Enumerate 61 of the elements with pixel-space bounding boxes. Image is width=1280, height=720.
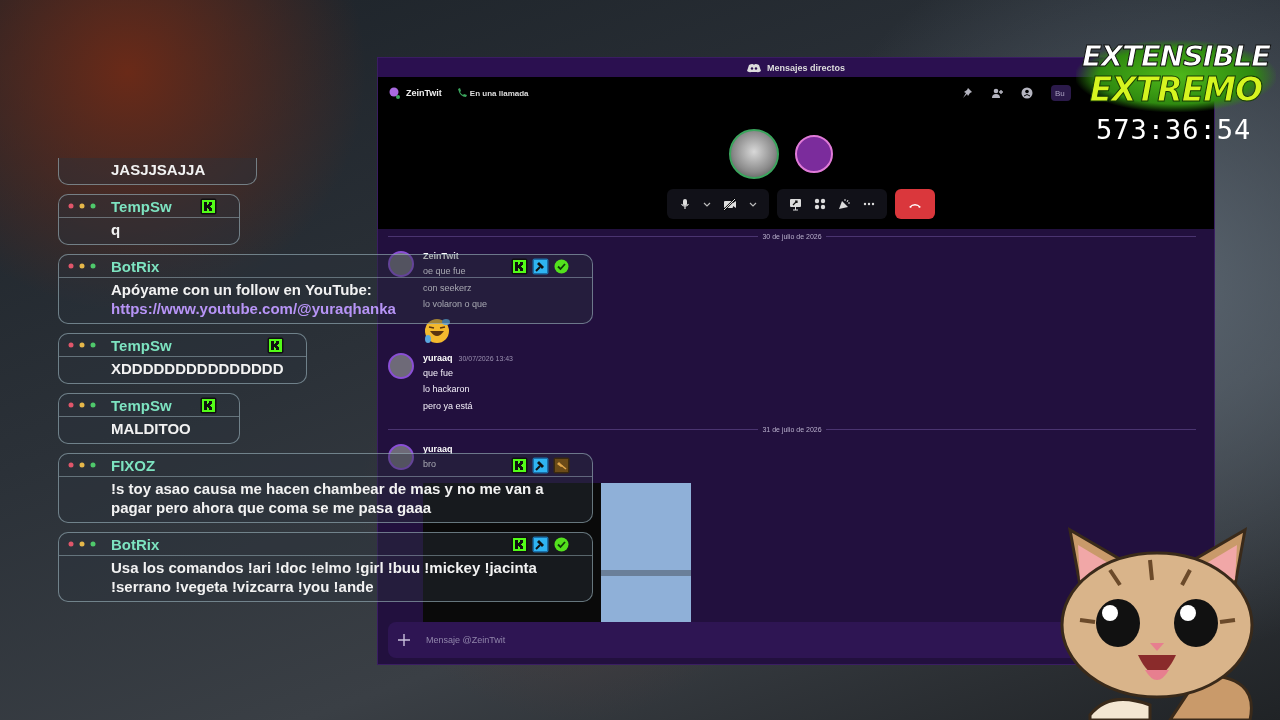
window-dots-icon [67, 540, 97, 548]
message-author: yuraaq [423, 352, 453, 363]
call-status: En una llamada [469, 88, 529, 98]
chat-message-text: XDDDDDDDDDDDDDDD [111, 359, 284, 378]
message-text: bro [423, 458, 436, 471]
avatar-placeholder [388, 444, 414, 470]
chat-message-text: Usa los comandos !ari !doc !elmo !girl !buu !mickey !jacinta !serrano !vegeta !vizcarra !you !ande [111, 558, 538, 596]
apps-icon[interactable] [814, 198, 826, 210]
plus-icon[interactable] [398, 634, 410, 646]
check-badge-icon [553, 535, 570, 553]
end-call-button[interactable] [895, 189, 935, 219]
chat-username: TempSw [111, 197, 172, 215]
add-friend-icon[interactable] [991, 87, 1003, 99]
chat-message-text: Apóyame con un follow en YouTube: [111, 280, 372, 299]
logo-title: EXTENSIBLE [1081, 40, 1271, 72]
chat-message-text: q [111, 220, 121, 239]
soundboard-icon[interactable] [838, 198, 851, 210]
chat-message-text: JASJJSAJJA [111, 160, 206, 179]
window-dots-icon [67, 341, 97, 349]
chat-message-text: !s toy asao causa me hacen chambear de mas y no me van a pagar pero ahora que coma se me pasa gaaa [111, 479, 545, 517]
avatar-placeholder [729, 129, 779, 179]
message-text: lo hackaron [423, 383, 470, 396]
microphone-icon[interactable] [679, 198, 691, 210]
caret-icon[interactable] [749, 200, 757, 208]
chat-link[interactable]: https://www.youtube.com/@yuraqhanka [111, 299, 396, 318]
camera-off-icon[interactable] [723, 197, 737, 211]
window-dots-icon [67, 262, 97, 270]
more-icon[interactable] [863, 201, 875, 207]
chat-username: TempSw [111, 336, 172, 354]
avatar-placeholder [388, 251, 414, 277]
search-field[interactable]: Bu [1051, 85, 1071, 101]
laughing-emoji-icon [423, 316, 451, 345]
avatar-placeholder [795, 135, 833, 173]
avatar-placeholder [388, 352, 414, 379]
window-title: Mensajes directos [766, 62, 845, 73]
message-text: oe que fue [423, 265, 466, 278]
message-text: lo volaron o que [423, 298, 488, 311]
window-dots-icon [67, 461, 97, 469]
message-input[interactable]: Mensaje @ZeinTwit [424, 634, 988, 646]
pin-icon[interactable] [961, 87, 973, 99]
user-status-icon [388, 87, 400, 99]
message-text: pero ya está [423, 399, 473, 413]
chat-username: FIXOZ [111, 456, 156, 474]
chat-message-text: MALDITOO [111, 419, 191, 438]
logo-subtitle: EXTREMO [1089, 72, 1263, 108]
message-text: con seekerz [423, 281, 472, 295]
stream-timer: 573:36:54 [1096, 114, 1252, 145]
profile-icon[interactable] [1021, 87, 1033, 99]
discord-logo-icon [746, 61, 761, 74]
caret-icon[interactable] [703, 200, 711, 208]
screen-share-icon[interactable] [789, 197, 802, 211]
chat-username: BotRix [111, 257, 160, 275]
chat-username: BotRix [111, 535, 160, 553]
chat-username: TempSw [111, 396, 172, 414]
phone-icon [455, 87, 468, 99]
check-badge-icon [553, 257, 570, 275]
message-text: que fue [423, 366, 454, 380]
window-dots-icon [67, 401, 97, 409]
message-author: yuraaq [423, 444, 453, 454]
window-dots-icon [67, 202, 97, 210]
channel-name: ZeinTwit [406, 88, 442, 98]
